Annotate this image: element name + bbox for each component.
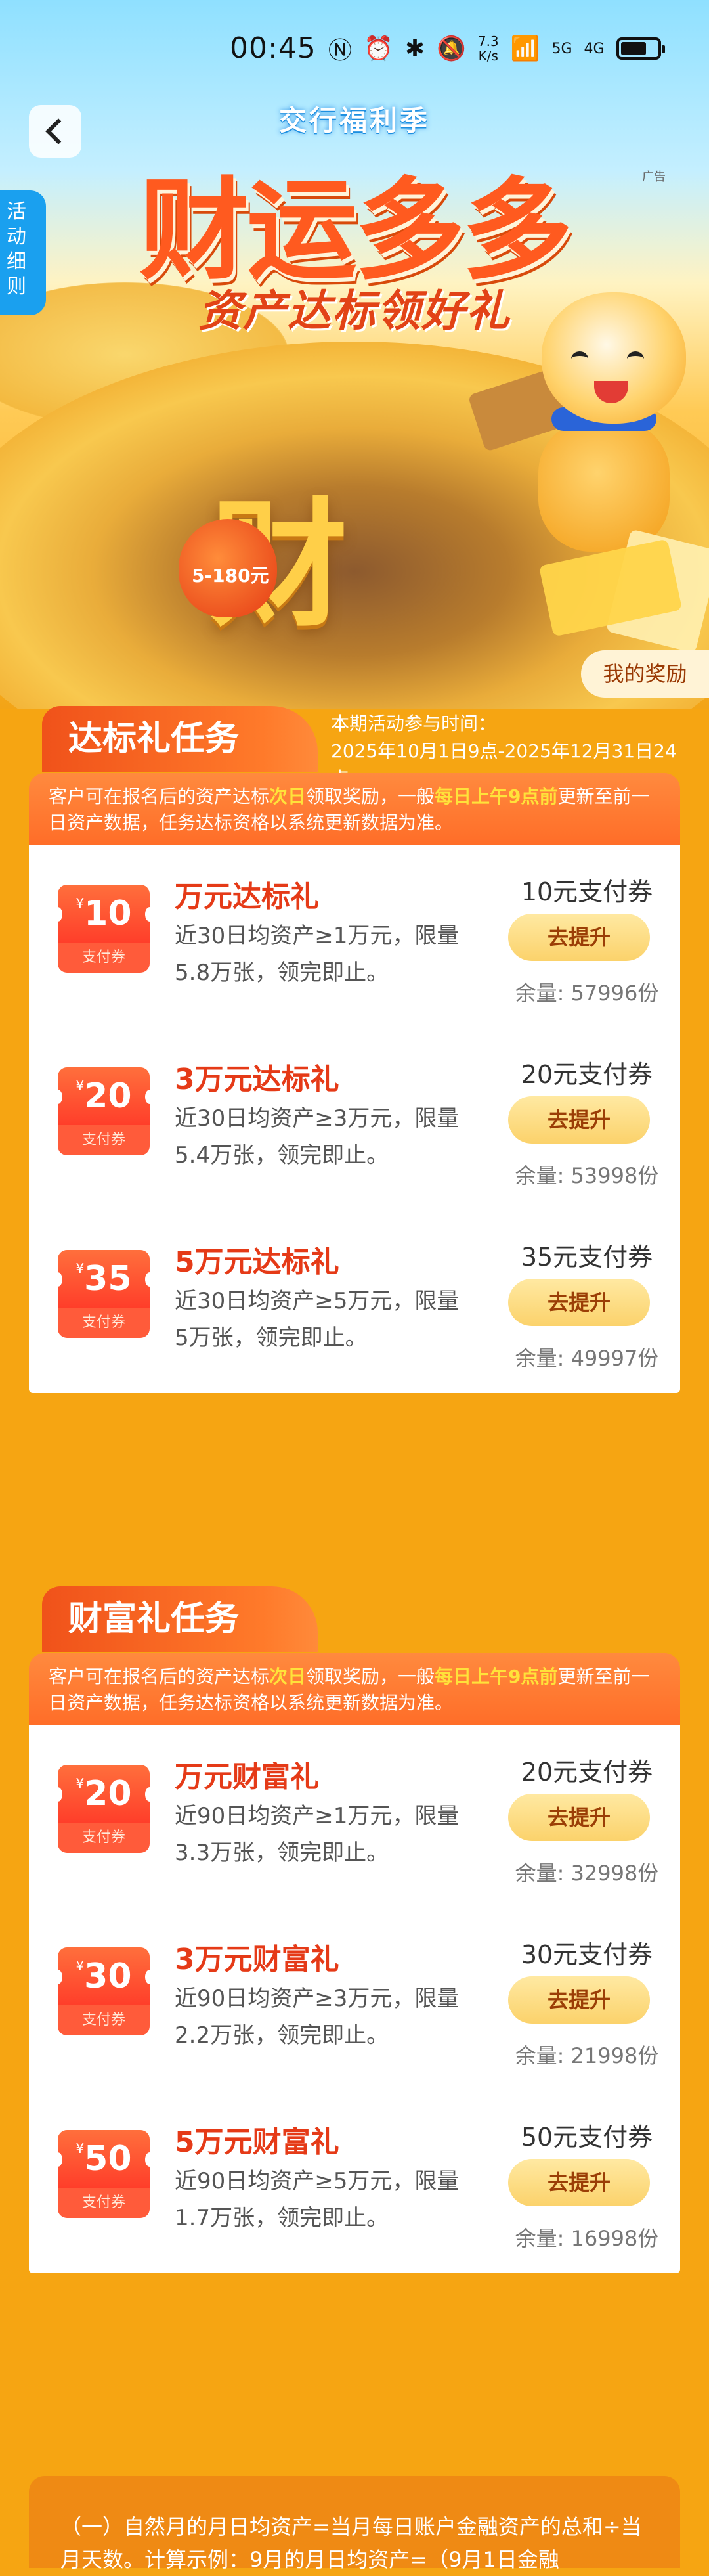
coupon-icon: ¥20 支付券: [53, 1067, 154, 1159]
task-title: 5万元达标礼: [175, 1245, 339, 1279]
boost-button[interactable]: 去提升: [508, 1279, 650, 1326]
coupon-label: 支付券: [58, 2188, 150, 2218]
task-title: 3万元达标礼: [175, 1063, 339, 1096]
boost-button[interactable]: 去提升: [508, 1794, 650, 1841]
alarm-icon: ⏰: [364, 35, 393, 62]
coupon-value: 10: [84, 894, 132, 933]
task-row: ¥20 支付券 3万元达标礼 近30日均资产≥3万元，限量5.4万张，领完即止。…: [29, 1028, 680, 1210]
reward-amount: 20元支付券: [521, 1758, 653, 1787]
task-desc: 近30日均资产≥1万元，限量5.8万张，领完即止。: [175, 923, 460, 986]
coupon-value: 30: [84, 1957, 132, 1996]
coupon-value: 20: [84, 1774, 132, 1813]
task-desc: 近90日均资产≥3万元，限量2.2万张，领完即止。: [175, 1986, 460, 2049]
status-bar: 00:45 Ⓝ ⏰ ✱ 🔕 7.3 K/s 📶 5G 4G: [0, 0, 709, 99]
coupon-icon: ¥10 支付券: [53, 885, 154, 977]
rules-text: （一）自然月的月日均资产=当月每日账户金融资产的总和÷当月天数。计算示例：9月的…: [60, 2514, 642, 2572]
task-title: 万元财富礼: [175, 1760, 319, 1794]
status-time: 00:45: [230, 32, 316, 65]
rules-tab-label: 活动细则: [7, 200, 26, 298]
task-title: 万元达标礼: [175, 880, 319, 914]
boost-button[interactable]: 去提升: [508, 1976, 650, 2024]
mascot-body: [538, 420, 670, 552]
boost-button[interactable]: 去提升: [508, 1096, 650, 1144]
boost-button[interactable]: 去提升: [508, 914, 650, 961]
reward-amount: 10元支付券: [521, 877, 653, 906]
task-row: ¥10 支付券 万元达标礼 近30日均资产≥1万元，限量5.8万张，领完即止。 …: [29, 845, 680, 1028]
money-bag-label: 5-180元: [192, 565, 269, 587]
task-row: ¥20 支付券 万元财富礼 近90日均资产≥1万元，限量3.3万张，领完即止。 …: [29, 1725, 680, 1908]
battery-level: [620, 42, 646, 55]
section-note: 客户可在报名后的资产达标次日领取奖励，一般每日上午9点前更新至前一日资产数据，任…: [29, 1653, 680, 1725]
hero-banner: 财 5-180元 交行福利季 财运多多 资产达标领好礼 广告: [0, 0, 709, 709]
task-desc: 近90日均资产≥5万元，限量1.7万张，领完即止。: [175, 2168, 460, 2231]
signal-4g-label: 4G: [584, 40, 605, 57]
task-card: ¥20 支付券 万元财富礼 近90日均资产≥1万元，限量3.3万张，领完即止。 …: [29, 1725, 680, 2273]
coupon-icon: ¥50 支付券: [53, 2130, 154, 2222]
task-row: ¥35 支付券 5万元达标礼 近30日均资产≥5万元，限量5万张，领完即止。 3…: [29, 1210, 680, 1393]
status-icons: Ⓝ ⏰ ✱ 🔕 7.3 K/s 📶 5G 4G: [328, 32, 665, 66]
mute-icon: 🔕: [437, 35, 466, 62]
coupon-value: 20: [84, 1077, 132, 1116]
coupon-label: 支付券: [58, 1823, 150, 1853]
task-title: 5万元财富礼: [175, 2125, 339, 2159]
rules-tab[interactable]: 活动细则: [0, 190, 46, 315]
reward-amount: 30元支付券: [521, 1940, 653, 1969]
task-desc: 近30日均资产≥3万元，限量5.4万张，领完即止。: [175, 1105, 460, 1168]
net-speed: 7.3 K/s: [477, 33, 499, 64]
back-button[interactable]: [29, 105, 81, 158]
wifi-icon: 📶: [510, 35, 540, 62]
remaining-count: 余量: 16998份: [515, 2226, 659, 2251]
coupon-icon: ¥30 支付券: [53, 1947, 154, 2039]
reward-amount: 20元支付券: [521, 1060, 653, 1089]
boost-button[interactable]: 去提升: [508, 2159, 650, 2206]
section-title: 达标礼任务: [42, 706, 318, 772]
task-desc: 近90日均资产≥1万元，限量3.3万张，领完即止。: [175, 1803, 460, 1866]
task-title: 3万元财富礼: [175, 1943, 339, 1976]
battery-icon: [616, 37, 665, 60]
remaining-count: 余量: 32998份: [515, 1861, 659, 1886]
rules-box: （一）自然月的月日均资产=当月每日账户金融资产的总和÷当月天数。计算示例：9月的…: [29, 2476, 680, 2572]
coupon-value: 35: [84, 1259, 132, 1299]
coupon-label: 支付券: [58, 943, 150, 973]
section-title: 财富礼任务: [42, 1586, 318, 1652]
mascot-eye-right: [627, 351, 644, 366]
bluetooth-icon: ✱: [404, 35, 425, 62]
hero-subline: 资产达标领好礼: [198, 286, 511, 336]
signal-5g-label: 5G: [551, 40, 572, 57]
remaining-count: 余量: 49997份: [515, 1346, 659, 1371]
coupon-label: 支付券: [58, 2005, 150, 2035]
task-row: ¥30 支付券 3万元财富礼 近90日均资产≥3万元，限量2.2万张，领完即止。…: [29, 1908, 680, 2091]
section-note: 客户可在报名后的资产达标次日领取奖励，一般每日上午9点前更新至前一日资产数据，任…: [29, 773, 680, 845]
reward-amount: 50元支付券: [521, 2123, 653, 2152]
nfc-icon: Ⓝ: [328, 37, 353, 64]
coupon-icon: ¥20 支付券: [53, 1765, 154, 1857]
remaining-count: 余量: 57996份: [515, 981, 659, 1006]
coupon-value: 50: [84, 2139, 132, 2179]
coupon-label: 支付券: [58, 1125, 150, 1155]
task-card: ¥10 支付券 万元达标礼 近30日均资产≥1万元，限量5.8万张，领完即止。 …: [29, 845, 680, 1393]
mascot-eye-left: [571, 351, 588, 366]
my-rewards-button[interactable]: 我的奖励: [581, 650, 709, 698]
coupon-icon: ¥35 支付券: [53, 1250, 154, 1342]
task-row: ¥50 支付券 5万元财富礼 近90日均资产≥5万元，限量1.7万张，领完即止。…: [29, 2091, 680, 2273]
coupon-label: 支付券: [58, 1308, 150, 1338]
brand-title: 交行福利季: [278, 104, 430, 137]
remaining-count: 余量: 21998份: [515, 2043, 659, 2068]
remaining-count: 余量: 53998份: [515, 1163, 659, 1188]
chevron-left-icon: [45, 118, 72, 144]
task-desc: 近30日均资产≥5万元，限量5万张，领完即止。: [175, 1288, 460, 1351]
ad-tag: 广告: [642, 170, 666, 184]
reward-amount: 35元支付券: [521, 1243, 653, 1272]
